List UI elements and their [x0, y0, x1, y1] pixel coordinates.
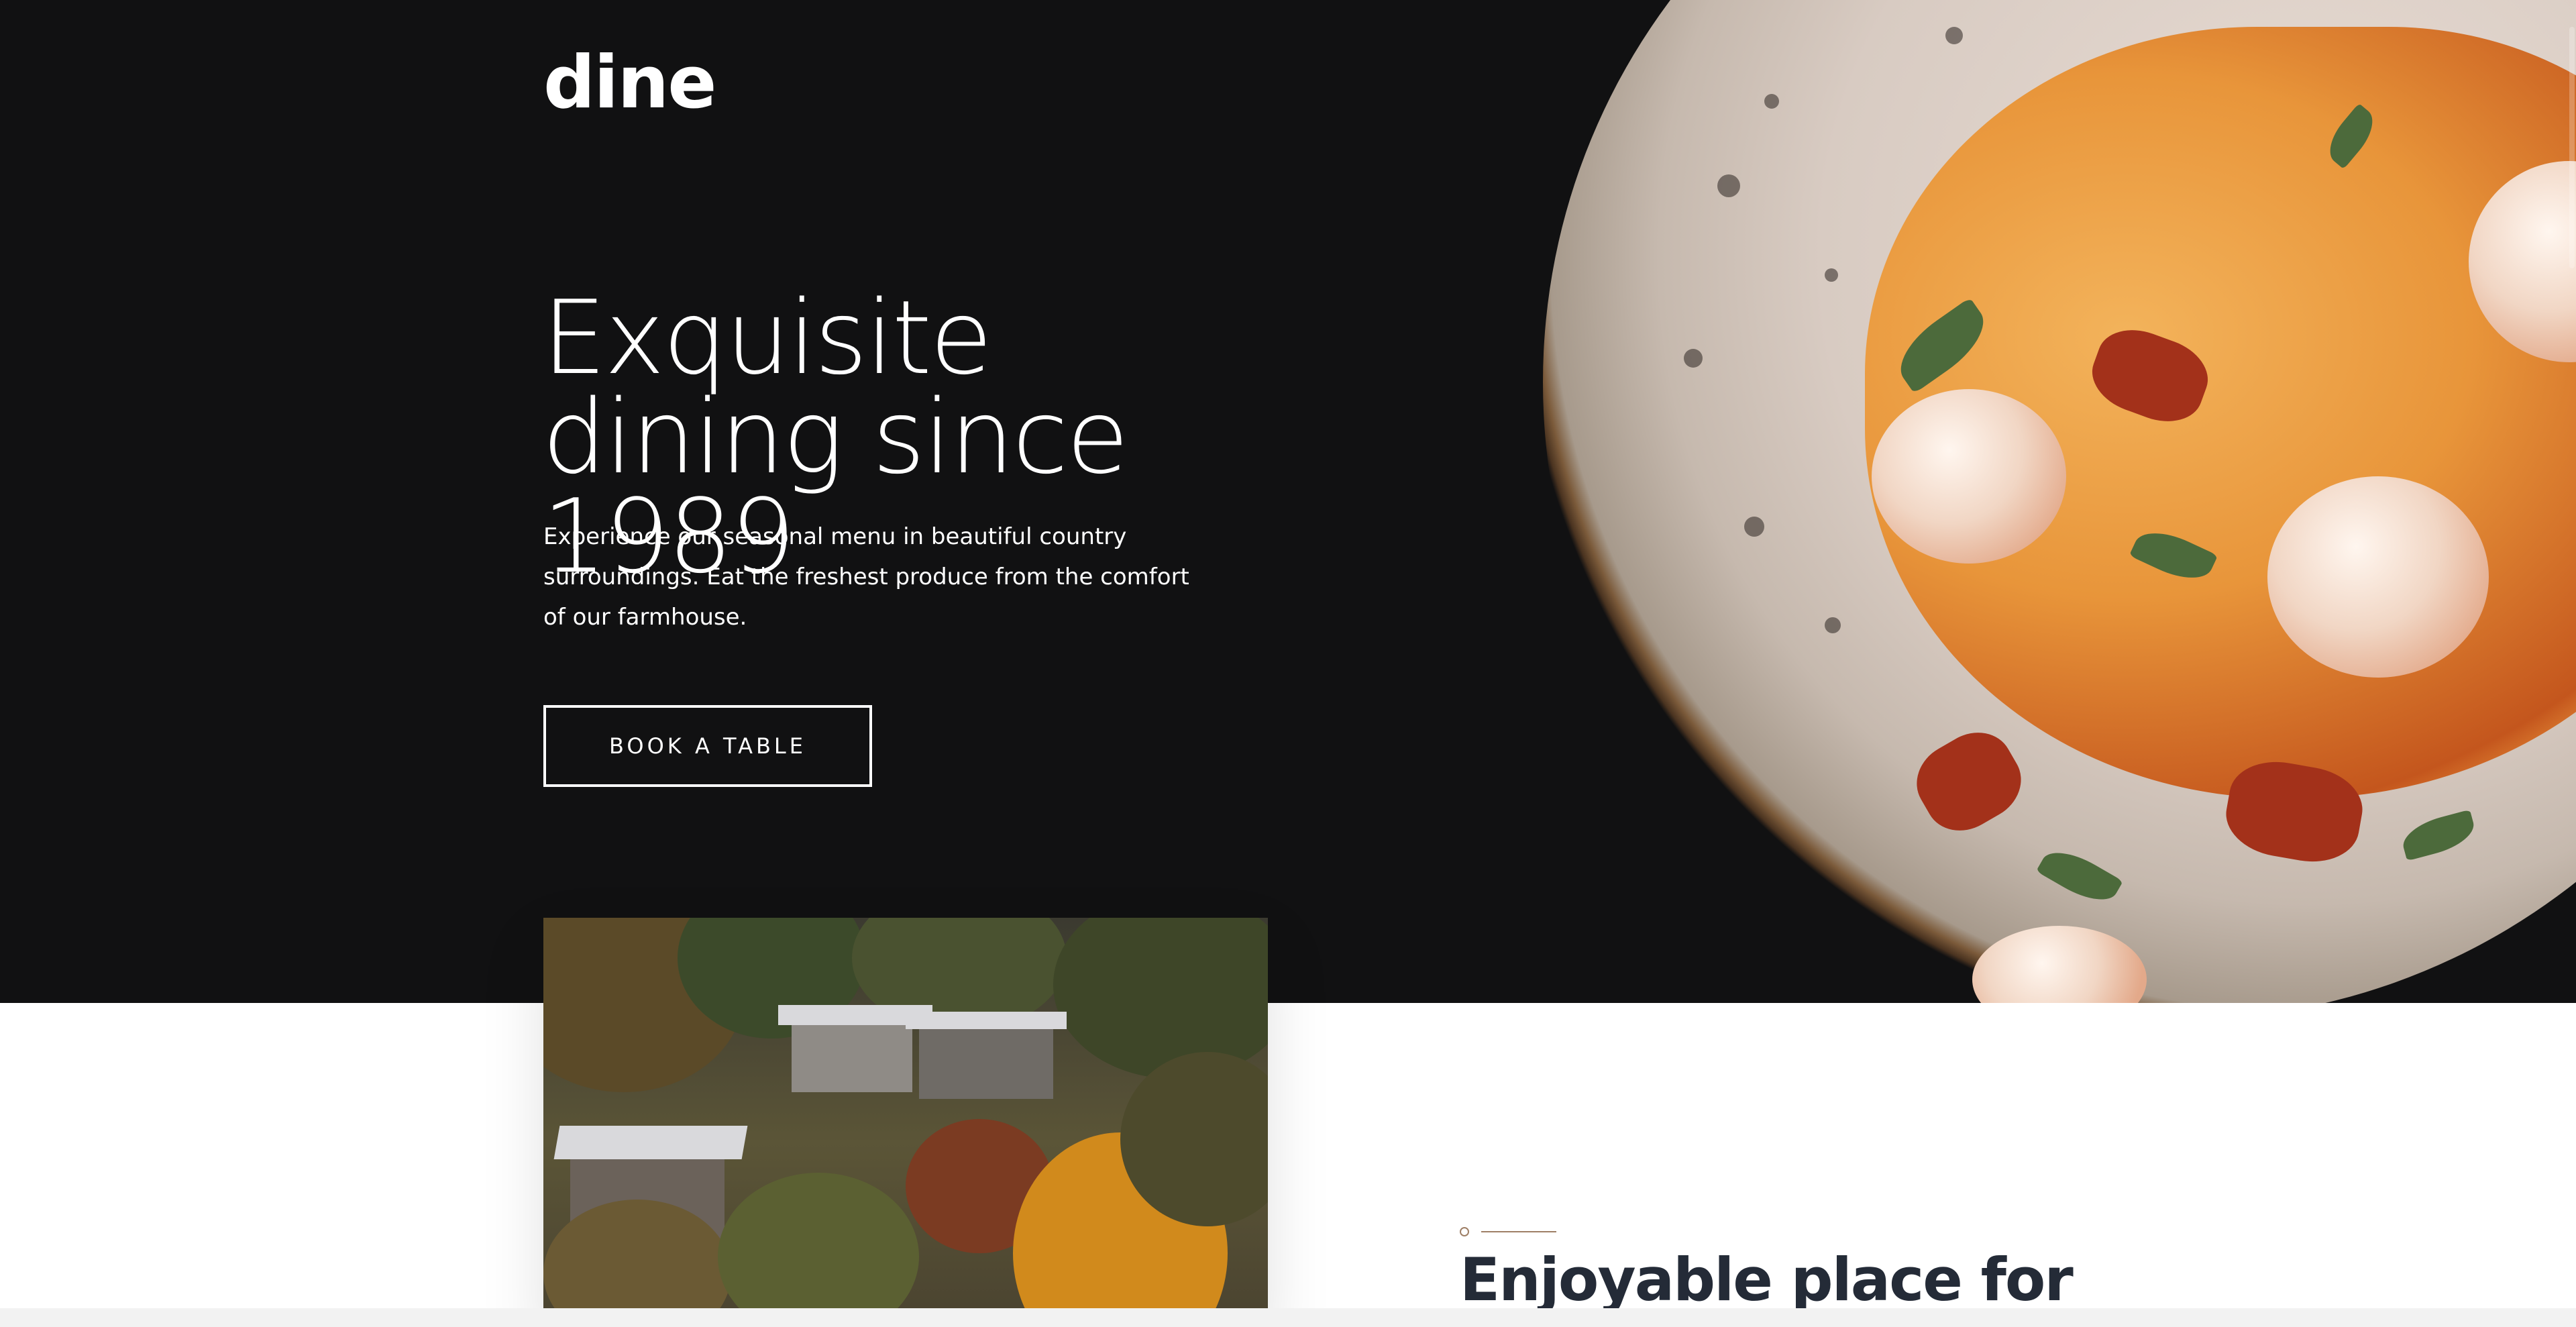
plate-speck [1825, 268, 1838, 282]
about-title: Enjoyable place for [1460, 1245, 2074, 1314]
hero-intro: Experience our seasonal menu in beautifu… [543, 523, 1189, 631]
plate-speck [1744, 517, 1764, 537]
window-bottom-edge [0, 1308, 2576, 1327]
plate [1543, 0, 2576, 1003]
house [792, 1018, 912, 1092]
roof [553, 1126, 748, 1159]
pasta-plate-image [1543, 0, 2576, 1003]
shrimp [2267, 476, 2489, 678]
plate-speck [1764, 94, 1779, 109]
site-logo[interactable]: dine [543, 47, 716, 119]
shrimp [1872, 389, 2066, 564]
plate-speck [1825, 617, 1841, 633]
tomato [1903, 719, 2035, 845]
plate-speck [1684, 349, 1703, 368]
book-table-button[interactable]: BOOK A TABLE [543, 705, 872, 787]
shrimp [1972, 926, 2147, 1003]
village-image [543, 918, 1268, 1327]
tree [1053, 918, 1268, 1079]
page: dine Exquisite dining since 1989 Experie… [0, 0, 2576, 1327]
herb [2036, 841, 2123, 912]
tree [718, 1173, 919, 1327]
decoration-dot [1460, 1227, 1469, 1236]
roof [906, 1012, 1067, 1029]
scrollbar[interactable] [2568, 0, 2576, 1327]
plate-speck [1717, 174, 1740, 197]
decoration-line [1481, 1231, 1556, 1232]
plate-speck [1945, 27, 1963, 44]
herb [2398, 809, 2479, 861]
section-decoration [1460, 1227, 1558, 1238]
house [919, 1025, 1053, 1099]
hero-section: dine Exquisite dining since 1989 Experie… [0, 0, 2576, 1003]
scrollbar-thumb[interactable] [2569, 27, 2575, 268]
